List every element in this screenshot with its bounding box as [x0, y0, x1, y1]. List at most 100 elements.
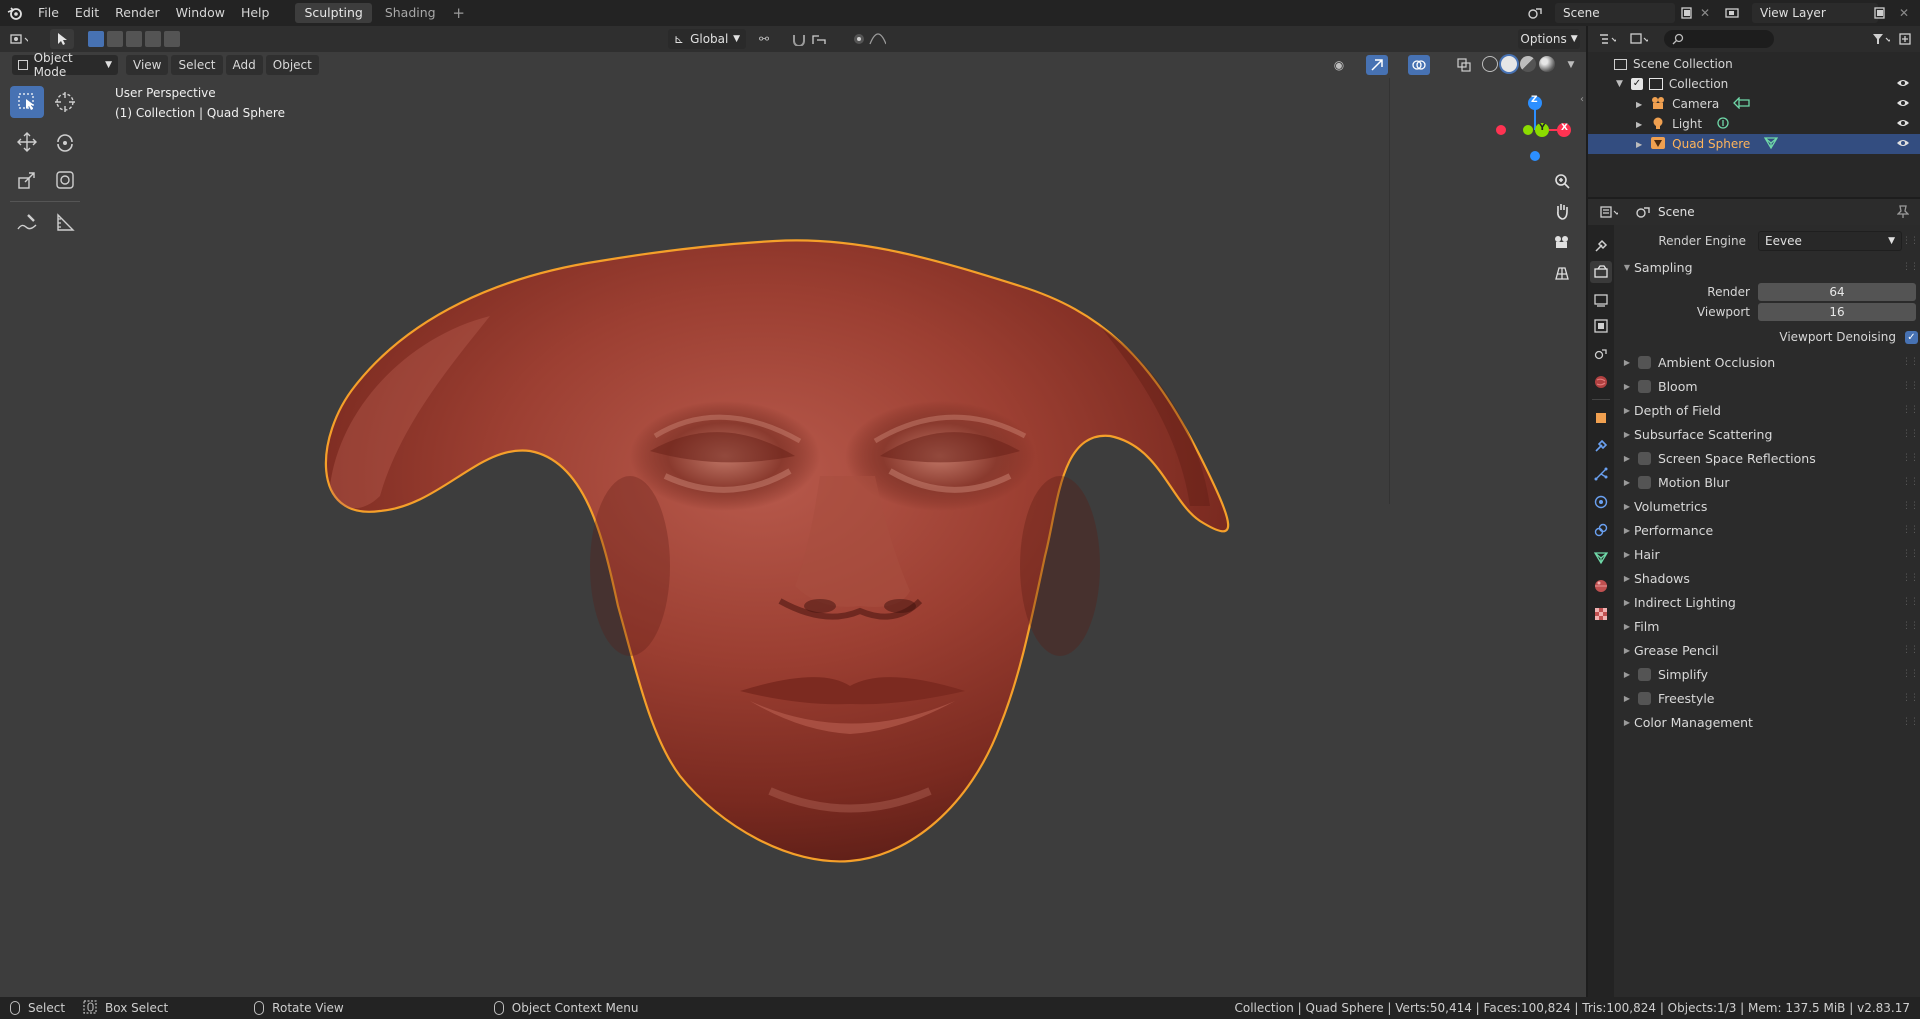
- motion-blur-checkbox[interactable]: [1638, 475, 1651, 489]
- sculpted-mesh[interactable]: [300, 206, 1260, 866]
- snap-target-icon[interactable]: [810, 30, 828, 48]
- drag-grip-icon[interactable]: ⋮⋮: [1902, 525, 1919, 535]
- panel-motion-blur[interactable]: ▶ Motion Blur ⋮⋮: [1616, 471, 1920, 493]
- drag-grip-icon[interactable]: ⋮⋮: [1902, 573, 1919, 583]
- menu-add[interactable]: Add: [225, 55, 263, 75]
- drag-grip-icon[interactable]: ⋮⋮: [1902, 453, 1919, 463]
- panel-simplify[interactable]: ▶ Simplify ⋮⋮: [1616, 663, 1920, 685]
- menu-view[interactable]: View: [126, 55, 169, 75]
- proportional-edit-icon[interactable]: [850, 30, 868, 48]
- scale-tool[interactable]: [10, 164, 44, 196]
- select-mode-invert-icon[interactable]: [145, 31, 161, 47]
- menu-help[interactable]: Help: [233, 0, 278, 26]
- eye-icon[interactable]: [1896, 137, 1910, 151]
- panel-hair[interactable]: ▶ Hair ⋮⋮: [1616, 543, 1920, 565]
- zoom-icon[interactable]: [1549, 168, 1575, 194]
- view-layer-icon[interactable]: [1724, 4, 1742, 22]
- filter-icon[interactable]: [1872, 30, 1890, 48]
- select-mode-intersect-icon[interactable]: [164, 31, 180, 47]
- drag-grip-icon[interactable]: ⋮⋮: [1902, 645, 1919, 655]
- tab-tool-icon[interactable]: [1590, 235, 1612, 257]
- tab-shading[interactable]: Shading: [376, 3, 445, 23]
- light-data-icon[interactable]: [1716, 116, 1730, 133]
- outliner-editor-type-icon[interactable]: [1598, 30, 1616, 48]
- camera-data-icon[interactable]: [1733, 95, 1751, 112]
- wireframe-shading-icon[interactable]: [1482, 56, 1498, 72]
- drag-grip-icon[interactable]: ⋮⋮: [1902, 549, 1919, 559]
- rotate-tool[interactable]: [48, 126, 82, 158]
- outliner-scene-collection[interactable]: Scene Collection: [1588, 54, 1920, 74]
- tab-sculpting[interactable]: Sculpting: [295, 3, 372, 23]
- render-engine-dropdown[interactable]: Eevee ▼: [1758, 231, 1902, 251]
- menu-select[interactable]: Select: [171, 55, 223, 75]
- orthographic-toggle-icon[interactable]: [1549, 260, 1575, 286]
- new-scene-icon[interactable]: [1678, 4, 1696, 22]
- panel-shadows[interactable]: ▶ Shadows ⋮⋮: [1616, 567, 1920, 589]
- panel-film[interactable]: ▶ Film ⋮⋮: [1616, 615, 1920, 637]
- rendered-shading-icon[interactable]: [1539, 56, 1555, 72]
- menu-object[interactable]: Object: [265, 55, 319, 75]
- menu-file[interactable]: File: [30, 0, 67, 26]
- panel-subsurface-scattering[interactable]: ▶ Subsurface Scattering ⋮⋮: [1616, 423, 1920, 445]
- panel-bloom[interactable]: ▶ Bloom ⋮⋮: [1616, 375, 1920, 397]
- drag-grip-icon[interactable]: ⋮⋮: [1902, 381, 1919, 391]
- drag-grip-icon[interactable]: ⋮⋮: [1902, 717, 1919, 727]
- select-mode-set-icon[interactable]: [88, 31, 104, 47]
- delete-scene-icon[interactable]: ✕: [1696, 4, 1714, 22]
- bloom-checkbox[interactable]: [1638, 379, 1651, 393]
- move-tool[interactable]: [10, 126, 44, 158]
- snap-icon[interactable]: [790, 30, 808, 48]
- panel-ambient-occlusion[interactable]: ▶ Ambient Occlusion ⋮⋮: [1616, 351, 1920, 373]
- material-preview-shading-icon[interactable]: [1520, 56, 1536, 72]
- tab-modifier-icon[interactable]: [1590, 435, 1612, 457]
- drag-grip-icon[interactable]: ⋮⋮: [1902, 429, 1919, 439]
- drag-grip-icon[interactable]: ⋮⋮: [1902, 405, 1919, 415]
- new-view-layer-icon[interactable]: [1871, 4, 1889, 22]
- tab-physics-icon[interactable]: [1590, 491, 1612, 513]
- drag-grip-icon[interactable]: ⋮⋮: [1902, 669, 1919, 679]
- tab-material-icon[interactable]: [1590, 575, 1612, 597]
- 3d-viewport[interactable]: ⊾ Global ▼ ⚯ Options ▼ Object Mode ▼ Vie…: [0, 26, 1586, 997]
- panel-grease-pencil[interactable]: ▶ Grease Pencil ⋮⋮: [1616, 639, 1920, 661]
- scene-selector-icon[interactable]: [1526, 4, 1544, 22]
- select-mode-subtract-icon[interactable]: [126, 31, 142, 47]
- view-layer-field[interactable]: View Layer: [1752, 3, 1878, 23]
- menu-edit[interactable]: Edit: [67, 0, 107, 26]
- tab-render-icon[interactable]: [1590, 261, 1612, 283]
- tab-world-icon[interactable]: [1590, 371, 1612, 393]
- visibility-filter-icon[interactable]: ◉: [1330, 56, 1348, 74]
- options-dropdown[interactable]: Options ▼: [1518, 29, 1580, 49]
- editor-type-icon[interactable]: [10, 30, 28, 48]
- select-mode-extend-icon[interactable]: [107, 31, 123, 47]
- panel-performance[interactable]: ▶ Performance ⋮⋮: [1616, 519, 1920, 541]
- select-box-tool[interactable]: [10, 86, 44, 118]
- annotate-tool[interactable]: [10, 206, 44, 238]
- panel-freestyle[interactable]: ▶ Freestyle ⋮⋮: [1616, 687, 1920, 709]
- drag-grip-icon[interactable]: ⋮⋮: [1902, 501, 1919, 511]
- tab-constraints-icon[interactable]: [1590, 519, 1612, 541]
- collection-checkbox[interactable]: ✓: [1630, 78, 1643, 90]
- outliner-item-collection[interactable]: ▼ ✓ Collection: [1588, 74, 1920, 94]
- transform-orientation-dropdown[interactable]: ⊾ Global ▼: [668, 29, 746, 49]
- mode-dropdown[interactable]: Object Mode ▼: [12, 51, 118, 79]
- tab-object-icon[interactable]: [1590, 407, 1612, 429]
- panel-screen-space-reflections[interactable]: ▶ Screen Space Reflections ⋮⋮: [1616, 447, 1920, 469]
- add-workspace-button[interactable]: +: [449, 4, 469, 22]
- viewport-denoising-row[interactable]: Viewport Denoising ✓: [1616, 327, 1920, 347]
- outliner-item-quad-sphere[interactable]: ▶ Quad Sphere: [1588, 134, 1920, 154]
- outliner-search-input[interactable]: [1664, 30, 1774, 48]
- drag-grip-icon[interactable]: ⋮⋮: [1902, 597, 1919, 607]
- gizmo-toggle-icon[interactable]: [1366, 55, 1388, 75]
- pivot-point-icon[interactable]: ⚯: [755, 30, 773, 48]
- xray-toggle-icon[interactable]: [1455, 56, 1473, 74]
- outliner-item-camera[interactable]: ▶ Camera: [1588, 94, 1920, 114]
- panel-volumetrics[interactable]: ▶ Volumetrics ⋮⋮: [1616, 495, 1920, 517]
- menu-window[interactable]: Window: [168, 0, 233, 26]
- eye-icon[interactable]: [1896, 77, 1910, 91]
- drag-grip-icon[interactable]: ⋮⋮: [1902, 621, 1919, 631]
- solid-shading-icon[interactable]: [1501, 56, 1517, 72]
- tab-particles-icon[interactable]: [1590, 463, 1612, 485]
- proportional-falloff-icon[interactable]: [868, 30, 886, 48]
- simplify-checkbox[interactable]: [1638, 667, 1651, 681]
- new-collection-icon[interactable]: [1896, 30, 1914, 48]
